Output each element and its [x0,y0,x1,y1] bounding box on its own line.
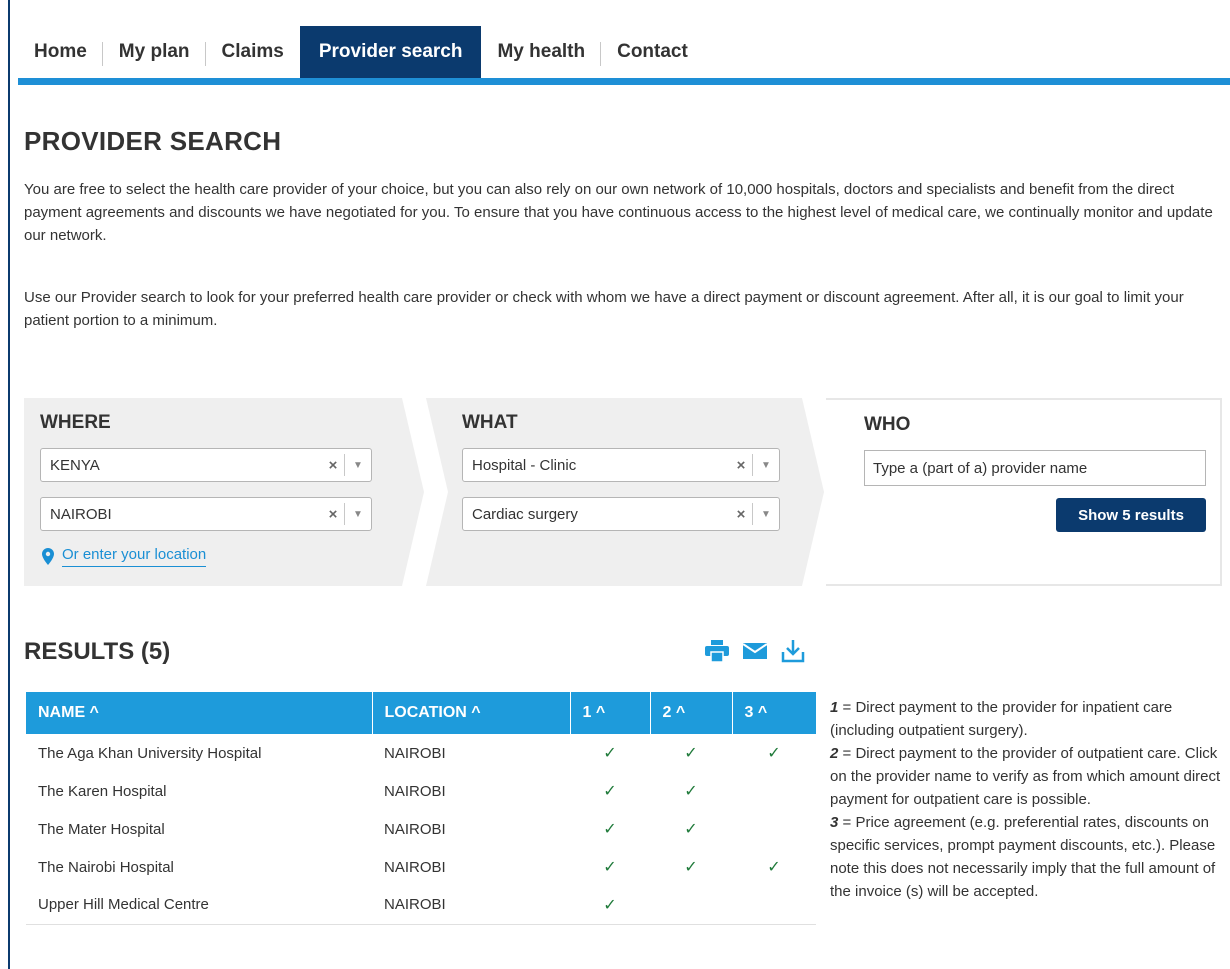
download-button[interactable] [780,638,806,664]
map-pin-icon [42,548,54,565]
col-header-3[interactable]: 3 ^ [732,692,816,734]
check-icon: ✓ [603,745,617,762]
results-table: NAME ^ LOCATION ^ 1 ^ 2 ^ 3 ^ The Aga Kh… [26,692,816,925]
city-select-value: NAIROBI [50,505,112,523]
provider-location: NAIROBI [372,886,570,925]
nav-my-plan-label: My plan [118,41,190,62]
provider-name-input[interactable] [864,450,1206,486]
check-icon: ✓ [603,821,617,838]
legend-text-1: = Direct payment to the provider for inp… [830,699,1173,739]
nav-home-label: Home [34,41,87,62]
nav-contact[interactable]: Contact [601,26,704,78]
nav-accent-bar [18,78,1230,85]
clear-icon[interactable]: × [730,506,752,523]
provider-type-value: Hospital - Clinic [472,456,577,474]
table-header-row: NAME ^ LOCATION ^ 1 ^ 2 ^ 3 ^ [26,692,816,734]
legend-item-3: 3 = Price agreement (e.g. preferential r… [830,811,1225,903]
empty-cell [732,886,816,925]
legend-text-2: = Direct payment to the provider of outp… [830,745,1221,808]
table-row: Upper Hill Medical Centre NAIROBI ✓ [26,886,816,925]
table-row: The Karen Hospital NAIROBI ✓ ✓ [26,772,816,810]
legend-item-1: 1 = Direct payment to the provider for i… [830,696,1225,742]
nav-my-plan[interactable]: My plan [103,26,206,78]
provider-name[interactable]: The Karen Hospital [26,772,372,810]
chevron-down-icon[interactable]: ▼ [753,460,779,471]
col-header-2[interactable]: 2 ^ [650,692,733,734]
results-legend: 1 = Direct payment to the provider for i… [830,696,1225,903]
legend-text-3: = Price agreement (e.g. preferential rat… [830,814,1216,900]
provider-location: NAIROBI [384,820,446,838]
check-icon: ✓ [767,745,781,762]
check-icon: ✓ [570,886,650,925]
provider-location: NAIROBI [384,782,446,800]
table-row: The Mater Hospital NAIROBI ✓ ✓ [26,810,816,848]
check-icon: ✓ [767,859,781,876]
provider-name[interactable]: The Nairobi Hospital [26,848,372,886]
intro-paragraph: You are free to select the health care p… [24,181,1213,244]
where-heading: WHERE [40,412,111,433]
check-icon: ✓ [603,783,617,800]
who-heading: WHO [864,414,911,435]
check-icon: ✓ [684,859,698,876]
country-select[interactable]: KENYA × ▼ [40,448,372,482]
email-button[interactable] [742,638,768,664]
nav-my-health-label: My health [497,41,586,62]
download-icon [781,640,805,663]
empty-cell [732,772,816,810]
enter-location-link[interactable]: Or enter your location [42,546,207,567]
table-row: The Nairobi Hospital NAIROBI ✓ ✓ ✓ [26,848,816,886]
provider-name[interactable]: Upper Hill Medical Centre [26,886,372,925]
chevron-down-icon[interactable]: ▼ [345,460,371,471]
clear-icon[interactable]: × [730,457,752,474]
check-icon: ✓ [684,821,698,838]
check-icon: ✓ [684,783,698,800]
show-results-button[interactable]: Show 5 results [1056,498,1206,532]
specialty-select[interactable]: Cardiac surgery × ▼ [462,497,780,531]
col-header-location[interactable]: LOCATION ^ [372,692,571,734]
chevron-down-icon[interactable]: ▼ [753,509,779,520]
page-title: PROVIDER SEARCH [24,126,282,156]
provider-location: NAIROBI [384,744,446,762]
enter-location-label: Or enter your location [62,546,207,567]
nav-claims[interactable]: Claims [206,26,300,78]
usage-paragraph: Use our Provider search to look for your… [24,289,1184,329]
nav-home[interactable]: Home [18,26,103,78]
results-title: RESULTS (5) [24,638,171,665]
table-row: The Aga Khan University Hospital NAIROBI… [26,734,816,772]
specialty-value: Cardiac surgery [472,505,578,523]
provider-name[interactable]: The Aga Khan University Hospital [26,734,372,772]
country-select-value: KENYA [50,456,100,474]
nav-claims-label: Claims [221,41,284,62]
envelope-icon [743,643,767,659]
results-toolbar [704,638,806,664]
clear-icon[interactable]: × [322,457,344,474]
who-panel: WHO Show 5 results [826,398,1222,586]
clear-icon[interactable]: × [322,506,344,523]
legend-item-2: 2 = Direct payment to the provider of ou… [830,742,1225,811]
chevron-down-icon[interactable]: ▼ [345,509,371,520]
what-panel: WHAT Hospital - Clinic × ▼ Cardiac surge… [426,398,824,586]
check-icon: ✓ [603,859,617,876]
col-header-1[interactable]: 1 ^ [570,692,651,734]
provider-location: NAIROBI [384,858,446,876]
col-header-name[interactable]: NAME ^ [26,692,373,734]
empty-cell [650,886,732,925]
empty-cell [732,810,816,848]
print-button[interactable] [704,638,730,664]
city-select[interactable]: NAIROBI × ▼ [40,497,372,531]
nav-contact-label: Contact [617,41,688,62]
nav-my-health[interactable]: My health [481,26,602,78]
main-nav: Home My plan Claims Provider search My h… [18,26,704,78]
check-icon: ✓ [684,745,698,762]
nav-provider-search-label: Provider search [318,41,463,62]
provider-name[interactable]: The Mater Hospital [26,810,372,848]
nav-provider-search[interactable]: Provider search [299,26,482,78]
what-heading: WHAT [462,412,518,433]
printer-icon [705,640,729,662]
provider-type-select[interactable]: Hospital - Clinic × ▼ [462,448,780,482]
where-panel: WHERE KENYA × ▼ NAIROBI × ▼ Or enter you… [24,398,424,586]
